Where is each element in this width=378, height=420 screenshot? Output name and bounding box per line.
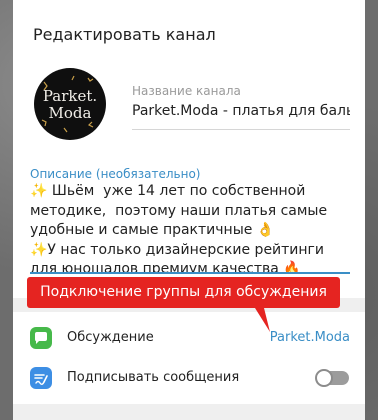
annotation-callout: Подключение группы для обсуждения bbox=[27, 277, 340, 308]
callout-arrow-pointer bbox=[250, 300, 270, 332]
